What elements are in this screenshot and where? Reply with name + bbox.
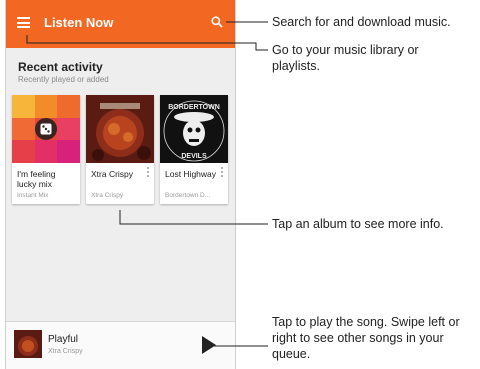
callout-search: Search for and download music. — [272, 15, 451, 29]
callout-album: Tap an album to see more info. — [272, 217, 444, 231]
callout-play: Tap to play the song. Swipe left or righ… — [272, 315, 460, 361]
callout-menu: Go to your music library or playlists. — [272, 43, 419, 73]
